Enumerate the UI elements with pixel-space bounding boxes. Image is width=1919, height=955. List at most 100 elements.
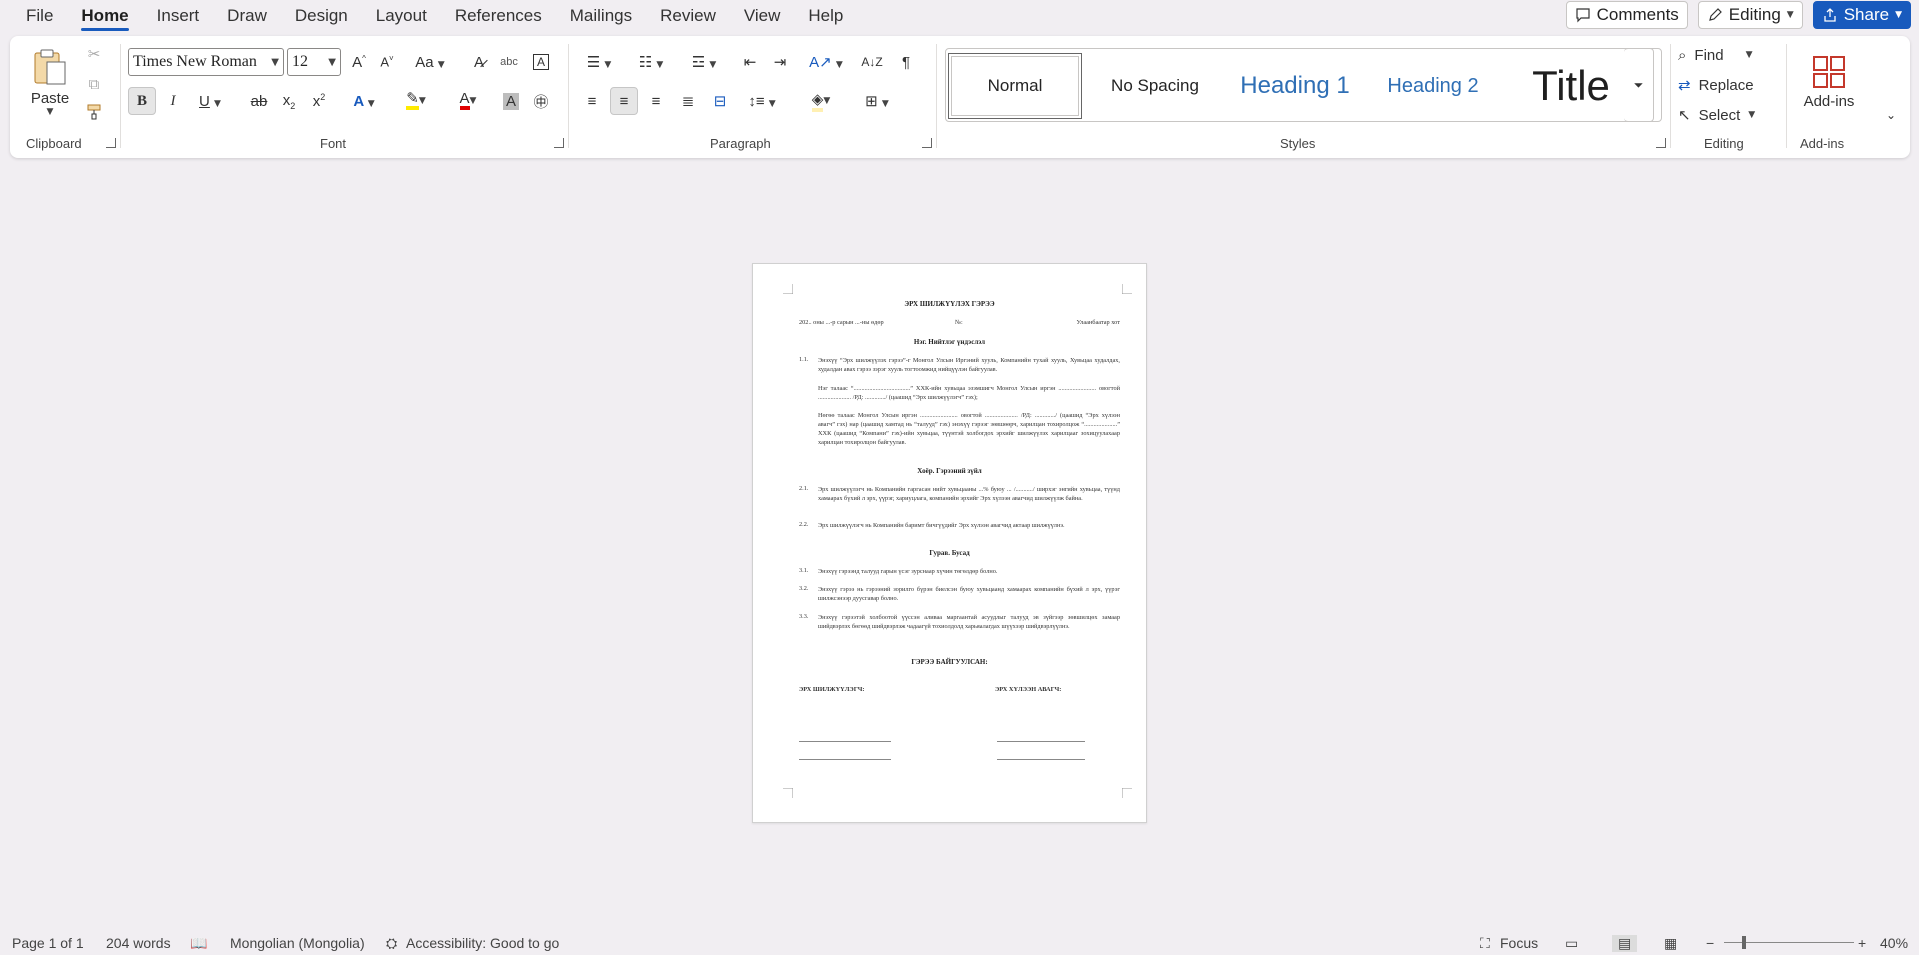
doc-paragraph: Энэхүү гэрээтэй холбоотой үүссэн аливаа … [818, 614, 1120, 630]
change-case-button[interactable]: Aa ▼ [410, 48, 450, 76]
zoom-out-icon[interactable]: − [1706, 935, 1714, 951]
print-layout-icon[interactable]: ▤ [1612, 935, 1638, 952]
decrease-indent-button[interactable]: ⇤ [736, 48, 764, 76]
paragraph-launcher-icon[interactable] [922, 138, 932, 148]
zoom-slider-thumb[interactable] [1742, 936, 1746, 949]
font-color-button[interactable]: A ▼ [446, 87, 490, 115]
text-effects-button[interactable]: A ▼ [344, 87, 384, 115]
styles-launcher-icon[interactable] [1656, 138, 1666, 148]
find-label: Find [1694, 46, 1724, 64]
clipboard-group-label: Clipboard [26, 136, 82, 151]
superscript-button[interactable]: x2 [306, 87, 332, 115]
font-name-combo[interactable]: Times New Roman ▼ [128, 48, 284, 76]
paste-button[interactable]: Paste ▼ [24, 42, 76, 122]
font-launcher-icon[interactable] [554, 138, 564, 148]
pilcrow-icon: ¶ [901, 53, 911, 71]
editing-mode-button[interactable]: Editing ▼ [1697, 1, 1803, 29]
distributed-button[interactable]: ⊟ [706, 87, 734, 115]
word-count[interactable]: 204 words [106, 935, 171, 951]
change-case-icon: Aa ▼ [415, 53, 445, 71]
language-indicator[interactable]: Mongolian (Mongolia) [230, 935, 365, 951]
styles-gallery: Normal No Spacing Heading 1 Heading 2 Ti… [945, 48, 1662, 122]
document-page[interactable]: ЭРХ ШИЛЖҮҮЛЭХ ГЭРЭЭ 202.. оны ...-р сары… [752, 263, 1147, 823]
editing-mode-label: Editing [1728, 5, 1781, 24]
format-painter-button[interactable] [80, 100, 108, 124]
align-left-button[interactable]: ≡ [578, 87, 606, 115]
style-no-spacing[interactable]: No Spacing [1090, 53, 1220, 119]
strikethrough-button[interactable]: ab [246, 87, 272, 115]
line-spacing-button[interactable]: ↕≡ ▼ [740, 87, 784, 115]
tab-mailings[interactable]: Mailings [556, 0, 646, 32]
text-effects-button[interactable]: abc [496, 48, 522, 76]
tab-design[interactable]: Design [281, 0, 362, 32]
justify-button[interactable]: ≣ [674, 87, 702, 115]
align-right-button[interactable]: ≡ [642, 87, 670, 115]
replace-button[interactable]: ⇄ Replace [1678, 72, 1778, 98]
character-border-button[interactable]: A [528, 48, 554, 76]
increase-indent-icon: ⇥ [773, 54, 787, 71]
bullets-button[interactable]: ☰ ▼ [578, 48, 620, 76]
style-heading-2[interactable]: Heading 2 [1366, 53, 1500, 119]
align-center-button[interactable]: ≡ [610, 87, 638, 115]
tab-insert[interactable]: Insert [143, 0, 214, 32]
borders-button[interactable]: ⊞ ▼ [854, 87, 900, 115]
tab-file[interactable]: File [0, 0, 67, 32]
sort-button[interactable]: A↓Z [858, 48, 886, 76]
cut-button[interactable]: ✂ [80, 42, 108, 66]
show-formatting-button[interactable]: ¶ [892, 48, 920, 76]
font-size-combo[interactable]: 12 ▼ [287, 48, 341, 76]
bold-button[interactable]: B [128, 87, 156, 115]
tab-references[interactable]: References [441, 0, 556, 32]
italic-button[interactable]: I [160, 87, 186, 115]
style-title[interactable]: Title [1504, 53, 1638, 119]
style-heading-1[interactable]: Heading 1 [1228, 53, 1362, 119]
add-ins-icon [1813, 55, 1845, 88]
enclose-characters-button[interactable]: ㊥ [528, 87, 554, 115]
grow-font-button[interactable]: A^ [346, 48, 372, 76]
clipboard-launcher-icon[interactable] [106, 138, 116, 148]
tab-view[interactable]: View [730, 0, 795, 32]
tab-home[interactable]: Home [67, 0, 142, 32]
doc-clause-number: 2.1. [799, 485, 809, 492]
numbering-button[interactable]: ☷ ▼ [630, 48, 672, 76]
web-layout-icon[interactable]: ▦ [1664, 935, 1677, 952]
highlight-color-button[interactable]: ✎ ▼ [394, 87, 438, 115]
zoom-in-icon[interactable]: + [1858, 935, 1866, 951]
read-mode-icon[interactable]: ▭ [1565, 935, 1578, 952]
tab-draw[interactable]: Draw [213, 0, 281, 32]
find-button[interactable]: ⌕ Find ▼ [1678, 42, 1778, 68]
share-button[interactable]: Share ▼ [1812, 1, 1911, 29]
tab-review[interactable]: Review [646, 0, 730, 32]
doc-section-1-title: Нэг. Нийтлэг үндэслэл [913, 338, 986, 346]
underline-button[interactable]: U ▼ [190, 87, 230, 115]
add-ins-button[interactable]: Add-ins [1794, 42, 1864, 122]
shading-button[interactable]: A [498, 87, 524, 115]
paragraph-shading-button[interactable]: ◈ ▼ [798, 87, 844, 115]
style-normal[interactable]: Normal [948, 53, 1082, 119]
collapse-ribbon-button[interactable]: ⌄ [1880, 104, 1902, 126]
select-button[interactable]: ↖ Select ▼ [1678, 102, 1778, 128]
doc-paragraph: Энэхүү гэрээнд талууд гарын үсэг зурснаа… [818, 568, 998, 575]
text-effects-icon: A ▼ [353, 92, 375, 110]
tab-help[interactable]: Help [794, 0, 857, 32]
shrink-font-button[interactable]: A˅ [374, 48, 400, 76]
zoom-level[interactable]: 40% [1880, 935, 1908, 951]
text-direction-button[interactable]: A↗ ▼ [804, 48, 848, 76]
increase-indent-button[interactable]: ⇥ [766, 48, 794, 76]
proofing-icon[interactable]: 📖 [190, 935, 207, 952]
accessibility-icon[interactable]: ⛭ [386, 935, 397, 952]
styles-more-button[interactable]: ⏷ [1624, 48, 1654, 122]
tab-layout[interactable]: Layout [362, 0, 441, 32]
doc-title: ЭРХ ШИЛЖҮҮЛЭХ ГЭРЭЭ [904, 300, 995, 308]
subscript-button[interactable]: x2 [276, 87, 302, 115]
page-count[interactable]: Page 1 of 1 [12, 935, 84, 951]
borders-icon: ⊞ ▼ [865, 93, 889, 110]
focus-icon[interactable]: ⛶ [1480, 935, 1490, 952]
copy-button[interactable]: ⧉ [80, 72, 108, 96]
copy-icon: ⧉ [88, 75, 100, 93]
accessibility-status[interactable]: Accessibility: Good to go [406, 935, 559, 951]
multilevel-list-button[interactable]: ☲ ▼ [682, 48, 726, 76]
comments-button[interactable]: Comments [1565, 1, 1688, 29]
focus-label[interactable]: Focus [1500, 935, 1538, 951]
clear-formatting-button[interactable]: A̷ [466, 48, 492, 76]
